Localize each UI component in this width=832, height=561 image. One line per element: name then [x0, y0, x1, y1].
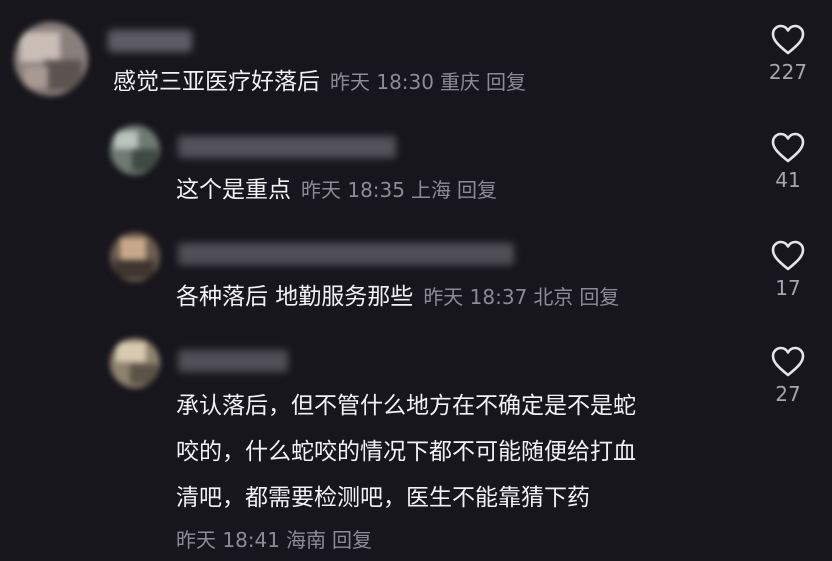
avatar[interactable] — [14, 22, 88, 96]
like-button[interactable]: 27 — [758, 346, 818, 406]
like-count: 27 — [775, 382, 801, 406]
like-button[interactable]: 227 — [758, 24, 818, 84]
like-count: 41 — [775, 168, 801, 192]
comment-text: 这个是重点 昨天 18:35 上海 回复 — [176, 167, 503, 213]
comment-time: 昨天 18:41 — [176, 528, 280, 552]
comment-location: 上海 — [411, 178, 451, 202]
comment-meta: 昨天 18:30 重庆 回复 — [330, 70, 532, 94]
reply-button[interactable]: 回复 — [579, 285, 619, 309]
reply-button[interactable]: 回复 — [457, 178, 497, 202]
username-blurred[interactable] — [108, 30, 192, 52]
comment-text: 各种落后 地勤服务那些 昨天 18:37 北京 回复 — [176, 274, 625, 320]
like-count: 17 — [775, 276, 801, 300]
comment-text: 感觉三亚医疗好落后 昨天 18:30 重庆 回复 — [113, 59, 532, 105]
avatar[interactable] — [110, 338, 160, 388]
comment-location: 北京 — [533, 285, 574, 309]
avatar[interactable] — [110, 125, 160, 175]
username-blurred[interactable] — [178, 243, 514, 265]
comment-meta: 昨天 18:35 上海 回复 — [301, 178, 503, 202]
comment-meta: 昨天 18:37 北京 回复 — [423, 285, 625, 309]
heart-outline-icon — [771, 346, 805, 377]
avatar[interactable] — [110, 232, 160, 282]
comment-location: 海南 — [286, 528, 326, 552]
comment-text-line: 咬的，什么蛇咬的情况下都不可能随便给打血 — [176, 439, 636, 465]
comment-text-line: 承认落后，但不管什么地方在不确定是不是蛇 — [176, 393, 636, 419]
comment-text-line: 清吧，都需要检测吧，医生不能靠猜下药 — [176, 485, 590, 511]
like-count: 227 — [768, 60, 808, 84]
reply-button[interactable]: 回复 — [486, 70, 526, 94]
username-blurred[interactable] — [178, 136, 396, 158]
comment-meta: 昨天 18:41 海南 回复 — [176, 524, 378, 553]
like-button[interactable]: 41 — [758, 132, 818, 192]
heart-outline-icon — [771, 132, 805, 163]
heart-outline-icon — [771, 240, 805, 271]
username-blurred[interactable] — [178, 350, 288, 372]
reply-button[interactable]: 回复 — [332, 528, 372, 552]
comment-location: 重庆 — [440, 70, 480, 94]
comment-time: 昨天 18:30 — [330, 70, 434, 94]
heart-outline-icon — [771, 24, 805, 55]
like-button[interactable]: 17 — [758, 240, 818, 300]
comment-time: 昨天 18:35 — [301, 178, 405, 202]
comment-text: 承认落后，但不管什么地方在不确定是不是蛇 咬的，什么蛇咬的情况下都不可能随便给打… — [176, 383, 636, 521]
comment-time: 昨天 18:37 — [423, 285, 528, 309]
